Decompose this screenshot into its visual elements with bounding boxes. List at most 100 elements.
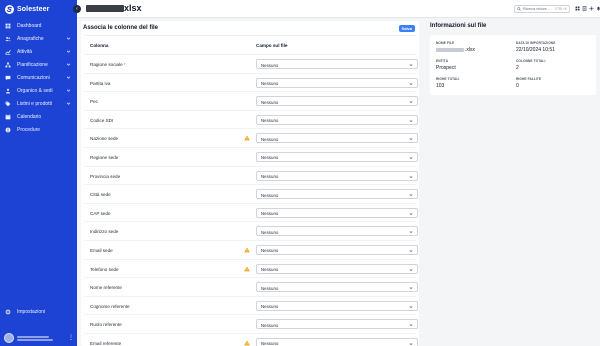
sidebar-item-label: Procedure <box>17 126 41 133</box>
file-field-select[interactable]: Nessuno <box>256 226 418 237</box>
select-value: Nessuno <box>261 267 279 273</box>
chevron-down-icon <box>409 63 413 67</box>
chevron-down-icon <box>409 286 413 290</box>
file-name-ext: .xlsx <box>465 47 475 53</box>
search-input[interactable]: Ricerca veloce... CTRL+K <box>514 5 570 13</box>
mapping-title: Associa le colonne del file <box>83 25 159 31</box>
column-name: Partita iva <box>90 80 111 86</box>
more-icon[interactable]: ⋮ <box>68 334 74 341</box>
column-name: Codice SDI <box>90 117 114 123</box>
mapping-rows: Ragione sociale* Nessuno Partita iva Nessun… <box>81 55 419 346</box>
table-row: Cognome referente Nessuno <box>84 297 418 316</box>
sidebar-item-label: Listini e prodotti <box>17 100 53 107</box>
collapse-sidebar-button[interactable]: ‹ <box>73 5 81 13</box>
file-field-select[interactable]: Nessuno <box>256 77 418 88</box>
column-name: Email sede <box>90 247 113 253</box>
table-row: Ragione sociale* Nessuno <box>84 55 418 74</box>
chart-icon <box>5 49 11 55</box>
column-mapping-panel: Associa le colonne del file Salva Colonn… <box>81 21 419 346</box>
failed-rows-field: RIGHE FALLITE 0 <box>516 77 541 89</box>
chevron-down-icon[interactable] <box>66 101 71 106</box>
file-field-select[interactable]: Nessuno <box>256 151 418 162</box>
chevron-down-icon <box>409 342 413 346</box>
sidebar-item-attivit[interactable]: Attività <box>0 45 77 58</box>
user-profile[interactable]: ⋮ <box>4 332 74 344</box>
total-rows-value: 103 <box>436 83 445 89</box>
select-value: Nessuno <box>261 136 279 142</box>
users-icon <box>5 88 11 94</box>
chevron-down-icon <box>409 100 413 104</box>
file-field-select[interactable]: Nessuno <box>256 337 418 346</box>
gear-icon <box>5 309 11 315</box>
file-field-select[interactable]: Nessuno <box>256 170 418 181</box>
sidebar-item-comunicazioni[interactable]: Comunicazioni <box>0 71 77 84</box>
column-name: Città sede <box>90 192 111 198</box>
column-name: CAP sede <box>90 210 111 216</box>
chevron-down-icon[interactable] <box>66 49 71 54</box>
sidebar-item-listini-e-prodotti[interactable]: Listini e prodotti <box>0 97 77 110</box>
user-info-redacted <box>17 335 53 341</box>
sidebar-item-label: Anagrafiche <box>17 35 44 42</box>
file-field-select[interactable]: Nessuno <box>256 207 418 218</box>
chevron-down-icon <box>409 249 413 253</box>
select-value: Nessuno <box>261 174 279 180</box>
sidebar-item-dashboard[interactable]: Dashboard <box>0 19 77 32</box>
sidebar-item-organico-sedi[interactable]: Organico & sedi <box>0 84 77 97</box>
table-header: Colonna Campo sul file <box>84 35 416 55</box>
avatar <box>4 333 14 343</box>
file-field-select[interactable]: Nessuno <box>256 282 418 293</box>
column-name: Cognome referente <box>90 303 130 309</box>
brand[interactable]: Solesteer <box>5 4 49 14</box>
file-field-select[interactable]: Nessuno <box>256 114 418 125</box>
file-field-select[interactable]: Nessuno <box>256 133 418 144</box>
chevron-down-icon <box>409 230 413 234</box>
table-row: Email referente Nessuno <box>84 334 418 346</box>
file-field-select[interactable]: Nessuno <box>256 300 418 311</box>
chevron-down-icon[interactable] <box>66 75 71 80</box>
document-icon[interactable] <box>581 5 587 11</box>
file-field-select[interactable]: Nessuno <box>256 319 418 330</box>
failed-rows-value: 0 <box>516 83 519 89</box>
table-row: Telefono sede Nessuno <box>84 260 418 279</box>
save-button[interactable]: Salva <box>398 24 415 32</box>
chevron-down-icon[interactable] <box>66 88 71 93</box>
select-value: Nessuno <box>261 322 279 328</box>
column-header-file-field: Campo sul file <box>256 43 288 48</box>
select-value: Nessuno <box>261 81 279 87</box>
select-value: Nessuno <box>261 285 279 291</box>
chevron-down-icon[interactable] <box>66 36 71 41</box>
sidebar-item-anagrafiche[interactable]: Anagrafiche <box>0 32 77 45</box>
sidebar-item-procedure[interactable]: Procedure <box>0 123 77 136</box>
column-name: Ragione sociale* <box>90 62 126 67</box>
total-columns-label: COLONNE TOTALI <box>516 59 546 63</box>
info-icon <box>5 127 11 133</box>
chevron-down-icon <box>409 305 413 309</box>
file-field-select[interactable]: Nessuno <box>256 189 418 200</box>
total-columns-field: COLONNE TOTALI 2 <box>516 59 545 71</box>
file-field-select[interactable]: Nessuno <box>256 244 418 255</box>
file-name-field: NOME FILE .xlsx <box>436 41 475 53</box>
sidebar-item-settings[interactable]: Impostazioni <box>0 305 77 318</box>
sun-icon[interactable] <box>588 5 594 11</box>
chevron-down-icon <box>409 268 413 272</box>
file-field-select[interactable]: Nessuno <box>256 96 418 107</box>
chevron-down-icon[interactable] <box>66 62 71 67</box>
sidebar-item-label: Comunicazioni <box>17 74 50 81</box>
file-field-select[interactable]: Nessuno <box>256 59 418 69</box>
sidebar: Solesteer Dashboard Anagrafiche Attività Pi… <box>0 0 77 346</box>
sidebar-item-pianificazione[interactable]: Pianificazione <box>0 58 77 71</box>
people-icon <box>5 36 11 42</box>
import-date-value: 22/10/2024 10:51 <box>516 47 555 53</box>
column-name: Provincia sede <box>90 173 121 179</box>
table-row: Ruolo referente Nessuno <box>84 315 418 334</box>
file-field-select[interactable]: Nessuno <box>256 263 418 274</box>
grid-icon[interactable] <box>574 5 580 11</box>
bell-icon[interactable] <box>595 5 600 11</box>
column-name: Nazione sede <box>90 136 119 142</box>
table-row: Email sede Nessuno <box>84 241 418 260</box>
select-value: Nessuno <box>261 192 279 198</box>
sidebar-item-calendario[interactable]: Calendario <box>0 110 77 123</box>
select-value: Nessuno <box>261 62 279 68</box>
column-name: Email referente <box>90 340 122 346</box>
grid-icon <box>5 23 11 29</box>
